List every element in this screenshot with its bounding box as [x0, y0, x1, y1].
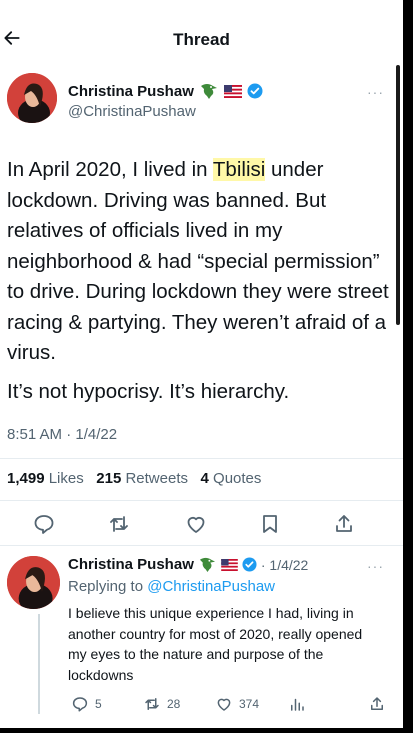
divider — [0, 458, 403, 459]
engagement-stats: 1,499 Likes 215 Retweets 4 Quotes — [7, 470, 261, 487]
tweet-body: In April 2020, I lived in Tbilisi under … — [7, 155, 392, 407]
highlighted-text: Tbilisi — [212, 158, 266, 181]
heart-icon[interactable] — [184, 512, 208, 536]
author-name[interactable]: Christina Pushaw — [68, 83, 194, 100]
reply-author-name[interactable]: Christina Pushaw — [68, 556, 194, 573]
retweet-icon[interactable] — [107, 512, 131, 536]
likes-stat[interactable]: 1,499 Likes — [7, 470, 84, 487]
scrollbar[interactable] — [396, 65, 400, 325]
divider — [0, 545, 403, 546]
tweet-text-second: It’s not hypocrisy. It’s hierarchy. — [7, 379, 290, 403]
reply-icon[interactable] — [32, 512, 56, 536]
author-handle[interactable]: @ChristinaPushaw — [68, 103, 263, 120]
reply-share-action[interactable] — [368, 694, 386, 714]
reply-reply-action[interactable]: 5 — [71, 694, 102, 714]
us-flag-icon — [223, 84, 242, 98]
retweet-count: 28 — [167, 697, 181, 711]
alligator-emoji-icon — [200, 84, 217, 99]
top-bar: Thread — [0, 0, 403, 62]
author-block: Christina Pushaw @ChristinaPushaw — [68, 82, 263, 120]
reply-date[interactable]: · 1/4/22 — [261, 557, 308, 573]
like-count: 374 — [239, 697, 260, 711]
share-icon[interactable] — [332, 512, 356, 536]
us-flag-icon — [221, 558, 238, 571]
reply-icon — [72, 697, 88, 712]
tweet-text: In April 2020, I lived in Tbilisi under … — [7, 158, 389, 364]
share-icon — [371, 697, 383, 710]
tweet-timestamp[interactable]: 8:51 AM · 1/4/22 — [7, 426, 117, 443]
verified-badge-icon — [242, 557, 257, 572]
reply-header: Christina Pushaw · 1/4/22 — [68, 556, 308, 573]
retweet-icon — [145, 698, 159, 710]
more-options-icon[interactable]: ··· — [367, 84, 384, 100]
verified-badge-icon — [247, 83, 263, 99]
reply-avatar[interactable] — [7, 556, 60, 609]
replying-to: Replying to @ChristinaPushaw — [68, 578, 275, 595]
thread-line — [38, 614, 40, 714]
tweet-actions — [0, 506, 403, 540]
quotes-stat[interactable]: 4 Quotes — [201, 470, 262, 487]
page-title: Thread — [173, 30, 230, 49]
alligator-emoji-icon — [199, 557, 215, 573]
reply-body: I believe this unique experience I had, … — [68, 605, 363, 683]
reply-like-action[interactable]: 374 — [215, 694, 259, 714]
analytics-icon — [291, 698, 304, 711]
reply-more-options-icon[interactable]: ··· — [367, 558, 384, 574]
bookmark-icon[interactable] — [258, 512, 282, 536]
app-frame: Thread Christina Pushaw @ChristinaPushaw… — [0, 0, 403, 728]
divider — [0, 500, 403, 501]
replying-to-handle[interactable]: @ChristinaPushaw — [147, 578, 275, 595]
reply-retweet-action[interactable]: 28 — [143, 694, 180, 714]
reply-count: 5 — [95, 697, 102, 711]
reply-analytics-action[interactable] — [288, 694, 306, 714]
retweets-stat[interactable]: 215 Retweets — [96, 470, 188, 487]
heart-icon — [217, 698, 231, 711]
avatar[interactable] — [7, 73, 57, 123]
